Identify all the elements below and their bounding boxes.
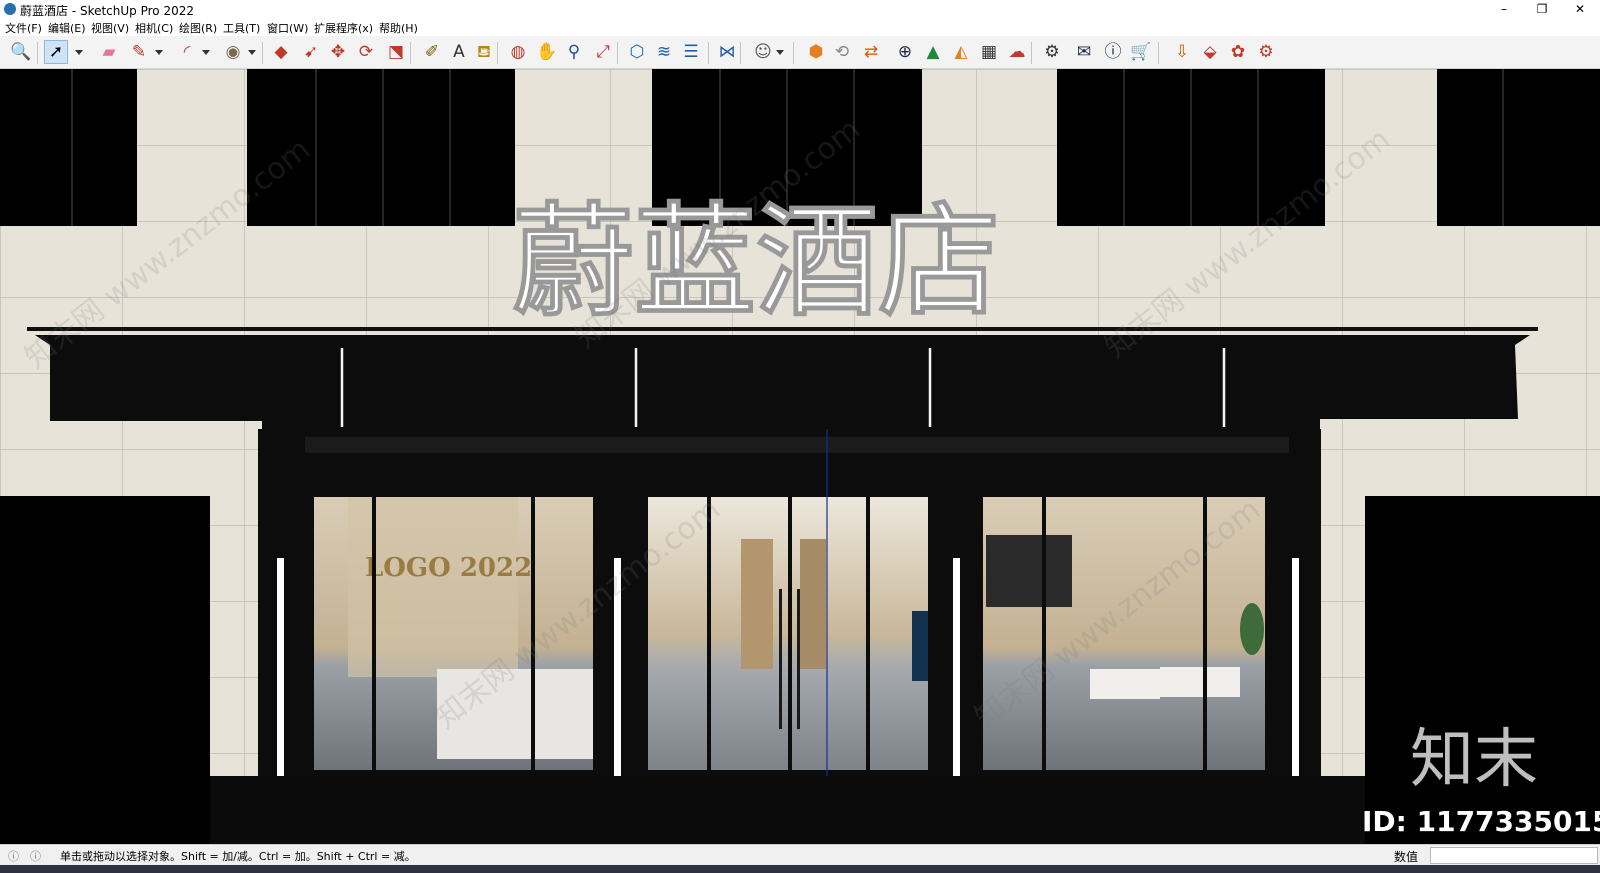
info-icon[interactable]: ⓘ [1102, 41, 1124, 63]
line-dropdown-icon[interactable] [155, 50, 163, 55]
title-bar: 蔚蓝酒店 - SketchUp Pro 2022 – ❐ ✕ [0, 0, 1600, 18]
entrance-canopy [35, 335, 1530, 429]
toolbar-separator [740, 42, 741, 64]
text-tool-icon[interactable]: A [448, 41, 470, 63]
stack-icon[interactable]: ⬙ [1199, 41, 1221, 63]
select-dropdown-icon[interactable] [75, 50, 83, 55]
door-handle [779, 589, 782, 729]
tree-icon[interactable]: ▲ [922, 41, 944, 63]
pan-icon[interactable]: ✋ [536, 41, 558, 63]
menu-bar: 文件(F) 编辑(E) 视图(V) 相机(C) 绘图(R) 工具(T) 窗口(W… [0, 18, 1600, 36]
menu-help[interactable]: 帮助(H) [379, 20, 418, 36]
cart-icon[interactable]: 🛒 [1130, 41, 1152, 63]
download-icon[interactable]: ⇩ [1171, 41, 1193, 63]
select-arrow-icon[interactable]: ➚ [44, 40, 68, 64]
lounge-plant [1240, 603, 1264, 655]
refresh-icon[interactable]: ⟲ [831, 41, 853, 63]
gear-orange-icon[interactable]: ⚙ [1255, 41, 1277, 63]
move-icon[interactable]: ✥ [327, 41, 349, 63]
rotate-icon[interactable]: ⟳ [355, 41, 377, 63]
restore-button[interactable]: ❐ [1524, 0, 1560, 18]
follow-me-icon[interactable]: ➹ [300, 41, 322, 63]
plugin-icon[interactable]: ✿ [1227, 41, 1249, 63]
status-bar: ⓘ ⓘ 单击或拖动以选择对象。Shift = 加/减。Ctrl = 加。Shif… [0, 844, 1600, 865]
instructor-icon[interactable]: ⓘ [30, 848, 41, 864]
circle-shape-icon[interactable]: ◉ [222, 41, 244, 63]
toolbar-separator [37, 42, 38, 64]
sandbox-icon[interactable]: ≋ [653, 41, 675, 63]
menu-file[interactable]: 文件(F) [5, 20, 42, 36]
watermark-id: ID: 1177335015 [1362, 805, 1600, 838]
toolbar-separator [708, 42, 709, 64]
push-pull-icon[interactable]: ◆ [270, 41, 292, 63]
settings-gears-icon[interactable]: ⚙ [1041, 41, 1063, 63]
watermark-logo: 知末 [1410, 723, 1538, 797]
upper-window [0, 69, 137, 226]
toolbar-separator [497, 42, 498, 64]
zoom-icon[interactable]: ⚲ [563, 41, 585, 63]
toolbar-separator [1158, 42, 1159, 64]
component-icon[interactable]: ⬡ [626, 41, 648, 63]
entrance-base [210, 776, 1365, 844]
lobby-logo-sign: LOGO 2022 [365, 553, 532, 583]
window-title: 蔚蓝酒店 - SketchUp Pro 2022 [20, 4, 194, 18]
orbit-icon[interactable]: ◍ [507, 41, 529, 63]
zoom-extents-icon[interactable]: 🔍 [10, 41, 32, 63]
toolbar-separator [617, 42, 618, 64]
toolbar-separator [793, 42, 794, 64]
close-button[interactable]: ✕ [1562, 0, 1598, 18]
menu-tools[interactable]: 工具(T) [223, 20, 260, 36]
door-handle [797, 589, 800, 729]
tape-measure-icon[interactable]: ✐ [421, 41, 443, 63]
toolbar-separator [1031, 42, 1032, 64]
mail-icon[interactable]: ✉ [1073, 41, 1095, 63]
status-message: 单击或拖动以选择对象。Shift = 加/减。Ctrl = 加。Shift + … [60, 850, 416, 863]
toolbar-separator [262, 42, 263, 64]
arc-icon[interactable]: ◜ [176, 41, 198, 63]
transfer-icon[interactable]: ⇄ [860, 41, 882, 63]
lobby-screen [912, 611, 928, 681]
side-panel-left [0, 496, 210, 844]
taskbar-strip [0, 865, 1600, 873]
menu-draw[interactable]: 绘图(R) [179, 20, 217, 36]
arc-dropdown-icon[interactable] [202, 50, 210, 55]
menu-view[interactable]: 视图(V) [91, 20, 129, 36]
main-toolbar: 🔍 ➚ ▰ ✎ ◜ ◉ ◆ ➹ ✥ ⟳ ⬔ ✐ A ⛾ ◍ ✋ ⚲ ⤢ ⬡ ≋ ☰ ⋈ ☺ ⬢ ⟲ ⇄ ⊕ ▲ ◭ ▦ ☁ ⚙ ✉ ⓘ 🛒 ⇩ ⬙ ✿ ⚙ [0, 36, 1600, 69]
account-icon[interactable]: ☺ [752, 41, 774, 63]
styles-icon[interactable]: ⋈ [716, 41, 738, 63]
model-viewport[interactable]: LOGO 2022 蔚蓝酒店 知末 ID: 1177335015 知末网 www… [0, 69, 1600, 844]
upper-window [1437, 69, 1600, 226]
pencil-line-icon[interactable]: ✎ [128, 41, 150, 63]
lounge-sofa [1160, 667, 1240, 697]
menu-camera[interactable]: 相机(C) [135, 20, 173, 36]
eraser-icon[interactable]: ▰ [98, 41, 120, 63]
cloud-upload-icon[interactable]: ☁ [1006, 41, 1028, 63]
checker-icon[interactable]: ▦ [978, 41, 1000, 63]
toolbar-separator [410, 42, 411, 64]
minimize-button[interactable]: – [1486, 0, 1522, 18]
lounge-sofa [1090, 669, 1160, 699]
measurements-label: 数值 [1394, 850, 1419, 864]
corridor-elevator [800, 539, 826, 669]
corridor-elevator [741, 539, 773, 669]
lounge-tv [986, 535, 1072, 607]
menu-edit[interactable]: 编辑(E) [48, 20, 86, 36]
menu-window[interactable]: 窗口(W) [267, 20, 308, 36]
scale-icon[interactable]: ⬔ [385, 41, 407, 63]
menu-extensions[interactable]: 扩展程序(x) [314, 20, 373, 36]
add-location-icon[interactable]: ⊕ [894, 41, 916, 63]
sketchup-app-icon [4, 3, 16, 15]
account-dropdown-icon[interactable] [776, 50, 784, 55]
entrance-header-beam [305, 437, 1289, 453]
measurements-input[interactable] [1430, 847, 1598, 864]
terrain-icon[interactable]: ◭ [950, 41, 972, 63]
zoom-window-icon[interactable]: ⤢ [592, 41, 614, 63]
geolocation-icon[interactable]: ⓘ [8, 848, 19, 864]
paint-bucket-icon[interactable]: ⛾ [473, 41, 495, 63]
extension-warehouse-icon[interactable]: ⬢ [805, 41, 827, 63]
layers-icon[interactable]: ☰ [680, 41, 702, 63]
shape-dropdown-icon[interactable] [248, 50, 256, 55]
